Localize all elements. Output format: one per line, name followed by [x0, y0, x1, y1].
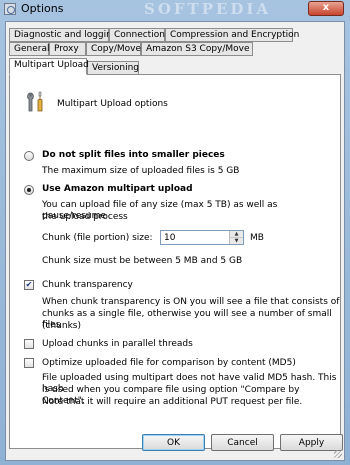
- checkmark-icon: ✔: [25, 280, 33, 289]
- apply-button[interactable]: Apply: [280, 434, 343, 451]
- tab-diagnostic-and-logging[interactable]: Diagnostic and logging: [9, 28, 118, 42]
- tab-amazon-s3-copy-move[interactable]: Amazon S3 Copy/Move: [141, 42, 253, 56]
- no-split-description: The maximum size of uploaded files is 5 …: [42, 166, 240, 176]
- no-split-radio[interactable]: [24, 151, 34, 161]
- close-icon: x: [322, 2, 330, 13]
- watermark: SOFTPEDIA: [144, 0, 272, 18]
- chunk-size-unit: MB: [250, 233, 264, 243]
- options-app-icon: [4, 3, 16, 15]
- transparency-description-line3: (chunks): [42, 321, 81, 331]
- tab-versioning[interactable]: Versioning: [87, 61, 139, 75]
- parallel-threads-checkbox[interactable]: [24, 339, 34, 349]
- chunk-transparency-checkbox[interactable]: ✔: [24, 280, 34, 290]
- options-window: Options SOFTPEDIA x Diagnostic and loggi…: [0, 0, 350, 465]
- md5-description-line3: Note that it will require an additional …: [42, 397, 303, 407]
- chunk-size-stepper[interactable]: ▲ ▼: [160, 230, 244, 245]
- multipart-upload-panel: Multipart Upload options Do not split fi…: [9, 74, 341, 449]
- no-split-label[interactable]: Do not split files into smaller pieces: [42, 150, 225, 160]
- dialog-client-area: Diagnostic and logging Connection Compre…: [5, 21, 345, 461]
- transparency-description-line2: chunks as a single file, otherwise you w…: [42, 309, 332, 330]
- tools-icon: [27, 91, 43, 112]
- cancel-button[interactable]: Cancel: [211, 434, 274, 451]
- multipart-upload-radio[interactable]: [24, 185, 34, 195]
- tab-compression-and-encryption[interactable]: Compression and Encryption: [165, 28, 299, 42]
- tab-connection[interactable]: Connection: [109, 28, 165, 42]
- tab-general[interactable]: General: [9, 42, 49, 56]
- multipart-upload-label[interactable]: Use Amazon multipart upload: [42, 184, 193, 194]
- close-button[interactable]: x: [308, 1, 344, 16]
- tab-multipart-upload[interactable]: Multipart Upload: [9, 58, 89, 75]
- tab-proxy[interactable]: Proxy: [49, 42, 86, 56]
- chunk-size-label: Chunk (file portion) size:: [42, 233, 153, 243]
- chunk-size-hint: Chunk size must be between 5 MB and 5 GB: [42, 256, 243, 266]
- tab-copy-move[interactable]: Copy/Move: [86, 42, 141, 56]
- transparency-description-line1: When chunk transparency is ON you will s…: [42, 297, 340, 307]
- ok-button[interactable]: OK: [142, 434, 205, 451]
- resize-grip-icon[interactable]: [334, 450, 342, 458]
- parallel-threads-label[interactable]: Upload chunks in parallel threads: [42, 339, 193, 349]
- multipart-description-line2: the upload process: [42, 212, 128, 222]
- optimize-md5-label[interactable]: Optimize uploaded file for comparison by…: [42, 358, 296, 368]
- spin-down-icon[interactable]: ▼: [229, 238, 243, 244]
- spin-up-icon[interactable]: ▲: [229, 231, 243, 238]
- optimize-md5-checkbox[interactable]: [24, 358, 34, 368]
- chunk-transparency-label[interactable]: Chunk transparency: [42, 280, 133, 290]
- title-bar[interactable]: Options SOFTPEDIA x: [0, 0, 350, 18]
- panel-header: Multipart Upload options: [57, 99, 168, 109]
- chunk-size-input[interactable]: [161, 231, 229, 244]
- window-title: Options: [21, 2, 64, 15]
